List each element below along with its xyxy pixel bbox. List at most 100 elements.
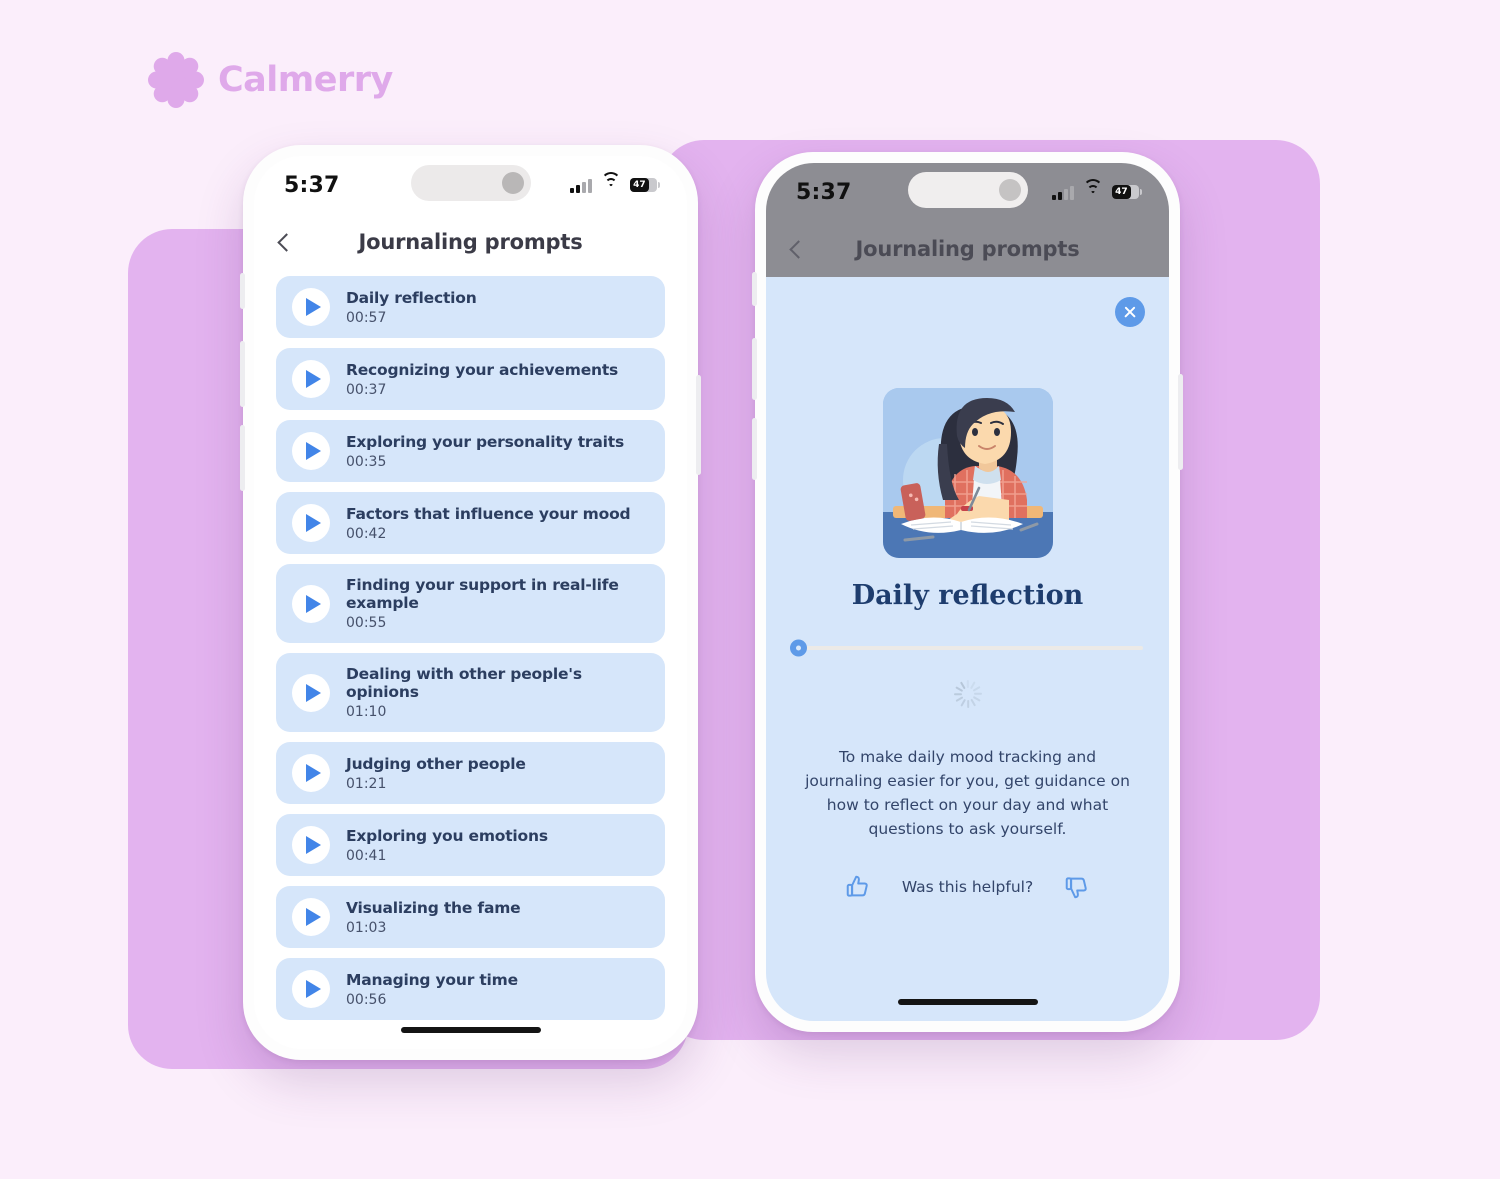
prompt-meta: Finding your support in real-life exampl…: [346, 576, 649, 631]
phone-right-screen: 5:37 47 Journaling prompts Daily reflect…: [766, 163, 1169, 1021]
dynamic-island: [907, 172, 1028, 208]
feedback-question: Was this helpful?: [901, 878, 1034, 897]
status-bar-right: 5:37 47: [766, 163, 1169, 221]
home-indicator: [897, 999, 1038, 1005]
prompt-description: To make daily mood tracking and journali…: [805, 748, 1130, 839]
prompt-title: Judging other people: [346, 754, 526, 773]
status-indicators: 47: [570, 171, 660, 193]
prompt-card[interactable]: Judging other people 01:21: [276, 742, 665, 804]
close-icon[interactable]: [1115, 297, 1145, 327]
prompt-title: Recognizing your achievements: [346, 360, 619, 379]
volume-down-button[interactable]: [752, 418, 757, 480]
prompt-card[interactable]: Finding your support in real-life exampl…: [276, 564, 665, 643]
page-title: Journaling prompts: [855, 237, 1080, 261]
prompt-meta: Exploring your personality traits 00:35: [346, 433, 624, 470]
journaling-prompt-list: Daily reflection 00:57 Recognizing your ac…: [254, 270, 687, 1020]
play-glyph: [305, 514, 321, 532]
close-glyph: [1123, 305, 1137, 319]
slider-track: [792, 646, 1143, 650]
play-glyph: [305, 683, 321, 702]
phone-left-screen: 5:37 47 Journaling prompts Daily reflect…: [254, 156, 687, 1049]
cellular-signal-icon: [570, 178, 592, 193]
prompt-card[interactable]: Recognizing your achievements 00:37: [276, 348, 665, 410]
prompt-title: Factors that influence your mood: [346, 504, 631, 523]
play-glyph: [305, 594, 321, 613]
prompt-title: Exploring your personality traits: [346, 432, 624, 451]
mute-switch[interactable]: [240, 273, 245, 309]
prompt-title: Finding your support in real-life exampl…: [346, 576, 619, 612]
woman-journaling-illustration: [882, 388, 1053, 558]
nav-bar-right: Journaling prompts: [766, 221, 1169, 277]
play-icon[interactable]: [292, 288, 330, 326]
prompt-title: Visualizing the fame: [346, 898, 521, 917]
battery-icon: 47: [1112, 185, 1142, 199]
play-icon[interactable]: [292, 826, 330, 864]
audio-progress-slider[interactable]: [790, 639, 1143, 657]
play-icon[interactable]: [292, 360, 330, 398]
volume-down-button[interactable]: [240, 425, 245, 491]
brand-name: Calmerry: [218, 60, 393, 100]
prompt-meta: Recognizing your achievements 00:37: [346, 361, 618, 398]
prompt-card[interactable]: Visualizing the fame 01:03: [276, 886, 665, 948]
prompt-title: Daily reflection: [346, 288, 477, 307]
volume-up-button[interactable]: [240, 341, 245, 407]
slider-knob[interactable]: [790, 639, 807, 657]
prompt-meta: Exploring you emotions 00:41: [346, 827, 548, 864]
prompt-meta: Managing your time 00:56: [346, 971, 518, 1008]
prompt-card[interactable]: Exploring you emotions 00:41: [276, 814, 665, 876]
prompt-card[interactable]: Factors that influence your mood 00:42: [276, 492, 665, 554]
prompt-duration: 00:35: [346, 453, 387, 470]
play-icon[interactable]: [292, 504, 330, 542]
play-icon[interactable]: [292, 673, 330, 712]
front-camera-icon: [998, 179, 1021, 201]
prompt-duration: 00:57: [346, 309, 387, 326]
prompt-duration: 00:55: [346, 615, 387, 631]
volume-up-button[interactable]: [752, 338, 757, 400]
play-glyph: [305, 442, 321, 460]
battery-percent-label: 47: [1115, 187, 1128, 197]
prompt-title: Managing your time: [346, 970, 518, 989]
play-icon[interactable]: [292, 432, 330, 470]
spinner-spoke: [966, 680, 969, 688]
spinner-spoke: [959, 698, 966, 707]
prompt-card[interactable]: Dealing with other people's opinions 01:1…: [276, 653, 665, 732]
status-bar-left: 5:37 47: [254, 156, 687, 214]
power-button[interactable]: [696, 375, 701, 475]
battery-percent-label: 47: [633, 180, 646, 190]
brand-logo: Calmerry: [148, 52, 393, 108]
dynamic-island: [410, 165, 531, 201]
play-glyph: [305, 836, 321, 854]
mute-switch[interactable]: [752, 272, 757, 306]
prompt-duration: 00:41: [346, 847, 387, 864]
prompt-meta: Dealing with other people's opinions 01:1…: [346, 665, 649, 720]
home-indicator: [400, 1027, 541, 1033]
thumbs-down-icon[interactable]: [1063, 873, 1091, 901]
prompt-meta: Daily reflection 00:57: [346, 289, 477, 326]
power-button[interactable]: [1178, 374, 1183, 470]
prompt-duration: 01:10: [346, 704, 387, 720]
status-indicators: 47: [1052, 178, 1142, 200]
prompt-card[interactable]: Exploring your personality traits 00:35: [276, 420, 665, 482]
feedback-row: Was this helpful?: [792, 873, 1143, 901]
play-glyph: [305, 370, 321, 388]
spinner-spoke: [969, 698, 976, 707]
prompt-card[interactable]: Daily reflection 00:57: [276, 276, 665, 338]
spinner-spoke: [966, 700, 969, 708]
prompt-meta: Factors that influence your mood 00:42: [346, 504, 631, 542]
loading-spinner-icon: [953, 679, 983, 709]
play-glyph: [305, 298, 321, 316]
play-icon[interactable]: [292, 584, 330, 623]
wifi-icon: [1083, 178, 1103, 200]
play-icon[interactable]: [292, 754, 330, 792]
prompt-duration: 01:21: [346, 775, 387, 792]
prompt-meta: Judging other people 01:21: [346, 755, 526, 792]
phone-right: 5:37 47 Journaling prompts Daily reflect…: [752, 152, 1183, 1032]
play-icon[interactable]: [292, 898, 330, 936]
play-icon[interactable]: [292, 970, 330, 1008]
prompt-duration: 00:37: [346, 381, 387, 398]
prompt-meta: Visualizing the fame 01:03: [346, 898, 521, 936]
play-glyph: [305, 980, 321, 998]
spinner-spoke: [973, 692, 982, 696]
prompt-card[interactable]: Managing your time 00:56: [276, 958, 665, 1020]
thumbs-up-icon[interactable]: [844, 873, 872, 901]
